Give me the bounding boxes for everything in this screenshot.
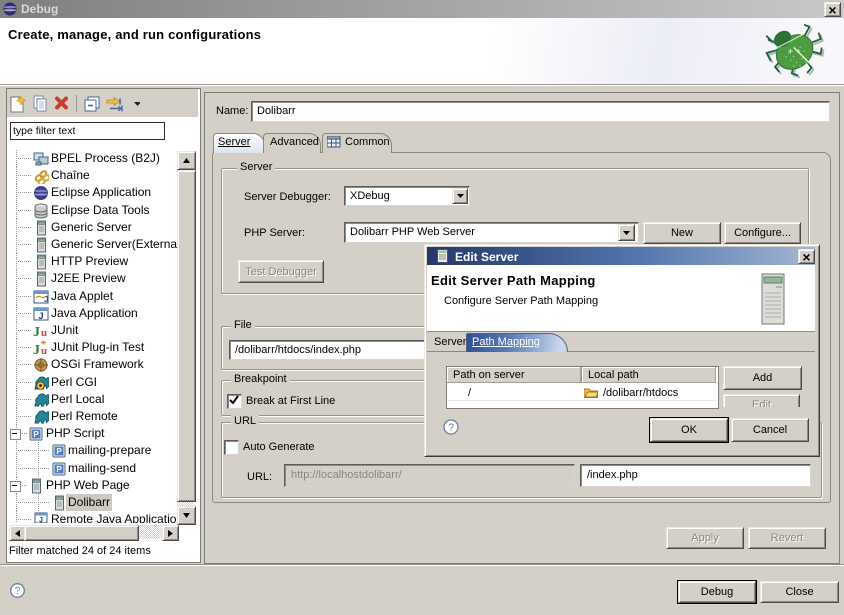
svg-text:J: J (44, 295, 48, 304)
svg-text:u: u (41, 345, 47, 356)
svg-text:P: P (33, 430, 39, 439)
svg-text:J: J (33, 343, 40, 356)
svg-text:u: u (41, 327, 47, 339)
svg-text:P: P (56, 447, 62, 456)
svg-text:?: ? (448, 422, 454, 434)
svg-text:J: J (33, 325, 40, 339)
svg-text:?: ? (15, 586, 21, 597)
svg-text:J: J (38, 311, 43, 321)
svg-text:P: P (56, 465, 62, 474)
